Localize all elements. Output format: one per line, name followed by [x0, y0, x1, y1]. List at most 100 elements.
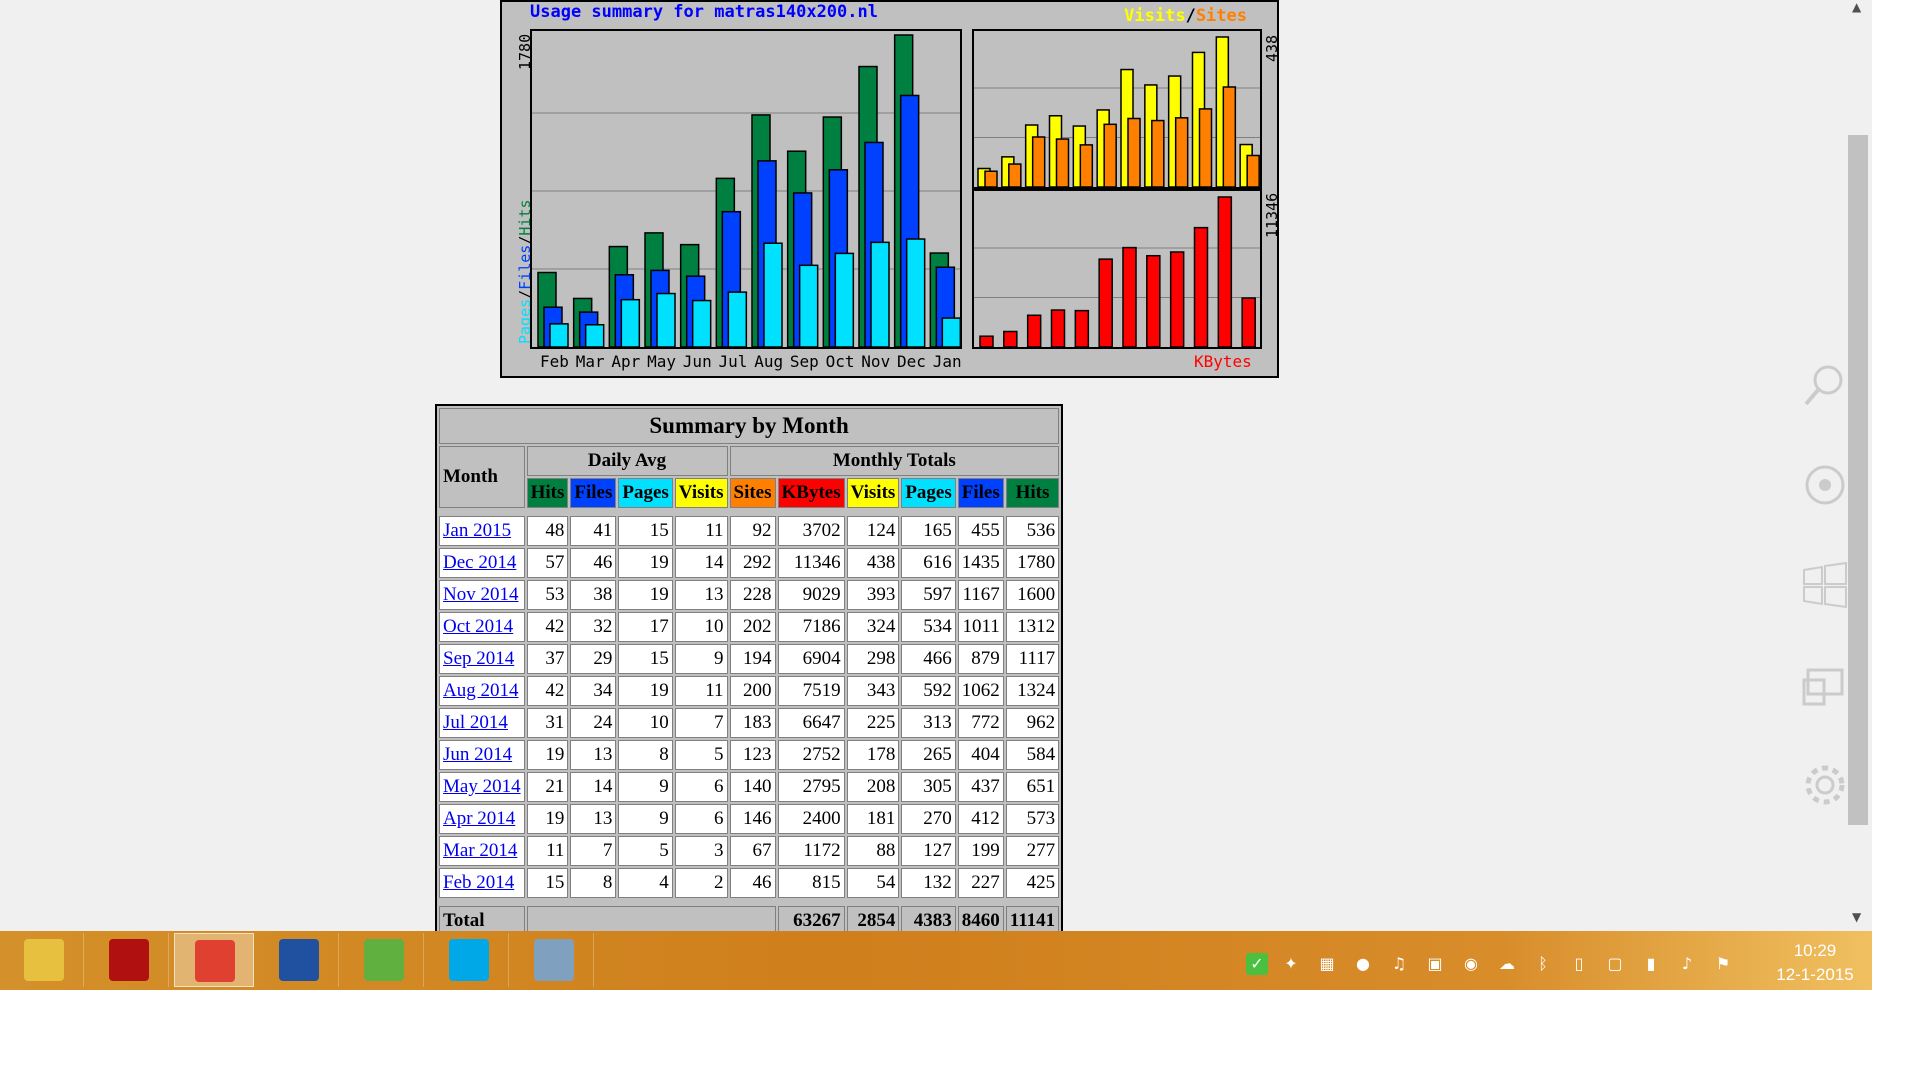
windows-tray-icon[interactable]: ▦	[1316, 953, 1338, 975]
network-tray-icon[interactable]: ✦	[1280, 953, 1302, 975]
battery-icon[interactable]: ▯	[1568, 953, 1590, 975]
sites-bar	[984, 170, 998, 188]
month-link[interactable]: Feb 2014	[443, 872, 514, 893]
scroll-thumb[interactable]	[1848, 135, 1868, 825]
antivirus-tray-icon[interactable]: ▣	[1424, 953, 1446, 975]
monthly-col-hits: Hits	[1005, 478, 1060, 508]
month-link[interactable]: Jul 2014	[443, 712, 508, 733]
start-charm-icon[interactable]	[1800, 560, 1850, 610]
share-charm-icon[interactable]	[1800, 460, 1850, 510]
value-cell: 573	[1005, 804, 1060, 834]
taskbar-filezilla-button[interactable]	[89, 933, 169, 987]
hits-files-pages-pane	[530, 29, 962, 349]
month-cell: Nov 2014	[439, 580, 525, 610]
month-link[interactable]: Jun 2014	[443, 744, 512, 765]
sync-tray-icon[interactable]: ✓	[1246, 953, 1268, 975]
value-cell: 13	[570, 804, 617, 834]
clock[interactable]: 10:29 12-1-2015	[1760, 939, 1870, 987]
search-charm-icon[interactable]	[1800, 360, 1850, 410]
value-cell: 13	[674, 580, 728, 610]
month-link[interactable]: Mar 2014	[443, 840, 517, 861]
month-link[interactable]: Sep 2014	[443, 648, 514, 669]
cloud-tray-icon[interactable]: ☁	[1496, 953, 1518, 975]
month-link[interactable]: Dec 2014	[443, 552, 516, 573]
value-cell: 15	[526, 868, 569, 898]
value-cell: 6	[674, 772, 728, 802]
month-tick-label: Jul	[718, 352, 748, 371]
volume-icon[interactable]: ♪	[1676, 953, 1698, 975]
value-cell: 11346	[777, 548, 845, 578]
speaker-tray-icon[interactable]: ♫	[1388, 953, 1410, 975]
month-link[interactable]: Oct 2014	[443, 616, 513, 637]
taskbar-file-explorer-button[interactable]	[4, 933, 84, 987]
month-link[interactable]: Aug 2014	[443, 680, 518, 701]
value-cell: 92	[729, 516, 776, 546]
table-row: Aug 2014 42 34 19 11 200 7519 343 592 1062 1324	[439, 676, 1060, 706]
value-cell: 42	[526, 676, 569, 706]
month-link[interactable]: May 2014	[443, 776, 521, 797]
taskbar-calculator-button[interactable]	[514, 933, 594, 987]
signal-icon[interactable]: ▮	[1640, 953, 1662, 975]
value-cell: 592	[901, 676, 956, 706]
kbytes-bar	[1050, 309, 1066, 348]
taskbar-word-button[interactable]	[259, 933, 339, 987]
value-cell: 19	[618, 580, 673, 610]
sites-bar	[1127, 117, 1141, 188]
month-cell: Dec 2014	[439, 548, 525, 578]
taskbar-chrome-button[interactable]	[174, 933, 254, 987]
flag-icon[interactable]: ⚑	[1712, 953, 1734, 975]
taskbar-notepad-plus-button[interactable]	[344, 933, 424, 987]
kbytes-bar	[1074, 309, 1090, 348]
value-cell: 15	[618, 516, 673, 546]
devices-charm-icon[interactable]	[1800, 660, 1850, 710]
taskbar-skype-button[interactable]	[429, 933, 509, 987]
scroll-down-arrow[interactable]: ▼	[1852, 910, 1861, 924]
value-cell: 8	[618, 740, 673, 770]
month-tick-label: Apr	[611, 352, 641, 371]
value-cell: 277	[1005, 836, 1060, 866]
value-cell: 815	[777, 868, 845, 898]
table-row: Oct 2014 42 32 17 10 202 7186 324 534 1011 1312	[439, 612, 1060, 642]
display-tray-icon[interactable]: ▢	[1604, 953, 1626, 975]
scroll-up-arrow[interactable]: ▲	[1852, 0, 1861, 14]
value-cell: 37	[526, 644, 569, 674]
sites-bar	[1198, 108, 1213, 188]
value-cell: 324	[846, 612, 900, 642]
sites-bar	[1031, 136, 1046, 188]
month-tick-label: Mar	[575, 352, 605, 371]
chrome-icon	[195, 940, 235, 982]
value-cell: 140	[729, 772, 776, 802]
bluetooth-icon[interactable]: ᛒ	[1532, 953, 1554, 975]
kbytes-bar	[1193, 226, 1209, 348]
value-cell: 1780	[1005, 548, 1060, 578]
value-cell: 265	[901, 740, 956, 770]
table-row: Nov 2014 53 38 19 13 228 9029 393 597 1167 1600	[439, 580, 1060, 610]
month-cell: May 2014	[439, 772, 525, 802]
value-cell: 536	[1005, 516, 1060, 546]
value-cell: 225	[846, 708, 900, 738]
settings-charm-icon[interactable]	[1800, 760, 1850, 810]
value-cell: 54	[846, 868, 900, 898]
value-cell: 41	[570, 516, 617, 546]
month-tick-label: Nov	[861, 352, 891, 371]
value-cell: 11	[526, 836, 569, 866]
value-cell: 292	[729, 548, 776, 578]
value-cell: 15	[618, 644, 673, 674]
value-cell: 227	[957, 868, 1004, 898]
sites-bar	[1246, 154, 1260, 188]
nvidia-tray-icon[interactable]: ◉	[1460, 953, 1482, 975]
sites-bar	[1103, 123, 1117, 188]
table-row: Jul 2014 31 24 10 7 183 6647 225 313 772 962	[439, 708, 1060, 738]
record-tray-icon[interactable]: ●	[1352, 953, 1374, 975]
month-link[interactable]: Jan 2015	[443, 520, 511, 541]
month-link[interactable]: Apr 2014	[443, 808, 515, 829]
value-cell: 962	[1005, 708, 1060, 738]
value-cell: 132	[901, 868, 956, 898]
month-cell: Apr 2014	[439, 804, 525, 834]
value-cell: 412	[957, 804, 1004, 834]
month-link[interactable]: Nov 2014	[443, 584, 518, 605]
daily-col-pages: Pages	[618, 478, 673, 508]
value-cell: 3	[674, 836, 728, 866]
value-cell: 9	[674, 644, 728, 674]
value-cell: 2400	[777, 804, 845, 834]
